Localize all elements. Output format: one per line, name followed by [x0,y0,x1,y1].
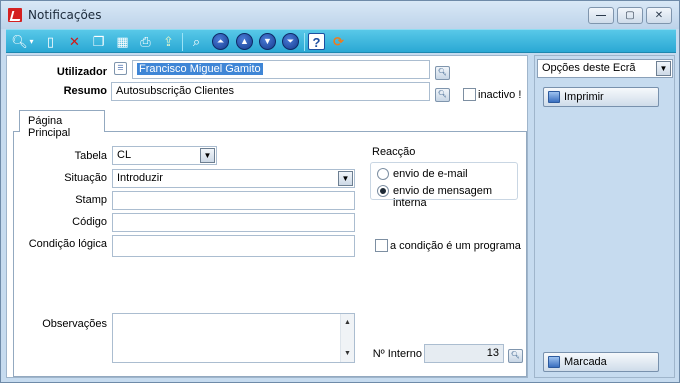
condicao-label: Condição lógica [28,238,107,250]
first-record-icon[interactable]: ⏶ [212,33,229,50]
preview-icon[interactable]: ⌕ [188,33,205,50]
export-icon[interactable]: ⇪ [160,33,177,50]
reaccao-group: envio de e-mail envio de mensagem intern… [370,162,518,209]
radio-internal-message[interactable] [377,185,389,197]
inactivo-label: inactivo ! [478,89,522,101]
resumo-label: Resumo [63,85,107,97]
title-bar: Notificações — ▢ ✕ [1,1,679,29]
resumo-search-button[interactable]: 🔍︎ [435,88,450,102]
grid-icon[interactable]: ▦ [114,33,131,50]
ninterno-label: Nº Interno [372,348,422,360]
main-panel: Utilizador ☰ Francisco Miguel Gamito 🔍︎ … [6,55,528,378]
codigo-field[interactable] [112,213,355,232]
printer-icon [548,91,560,103]
reaccao-label: Reacção [372,146,416,158]
chevron-down-icon[interactable]: ▼ [338,171,353,186]
radio-internal-message-label: envio de mensagem interna [393,185,493,209]
tab-pagina-principal[interactable]: Página Principal [19,110,105,139]
scroll-down-icon[interactable]: ▼ [341,347,354,360]
codigo-label: Código [72,216,107,228]
ninterno-search-button[interactable]: 🔍︎ [508,349,523,363]
utilizador-label: Utilizador [56,66,107,78]
ninterno-field: 13 [424,344,504,363]
programa-checkbox[interactable] [375,239,388,252]
next-record-icon[interactable]: ▼ [259,33,276,50]
tabela-value: CL [117,149,132,161]
app-logo-icon [8,8,22,22]
observacoes-field[interactable]: ▲ ▼ [112,313,355,363]
options-select[interactable]: Opções deste Ecrã ▼ [537,59,673,78]
utilizador-field[interactable]: Francisco Miguel Gamito [132,60,430,79]
observacoes-label: Observações [42,318,107,330]
print-icon[interactable]: ⎙ [137,33,154,50]
search-dropdown-icon[interactable]: ▾ [27,33,36,50]
inactivo-checkbox[interactable] [463,88,476,101]
utilizador-value: Francisco Miguel Gamito [137,63,263,75]
imprimir-button[interactable]: Imprimir [543,87,659,107]
chevron-down-icon[interactable]: ▼ [200,148,215,163]
user-lookup-icon[interactable]: ☰ [114,62,127,75]
toolbar-separator [182,33,183,51]
delete-icon[interactable]: ✕ [66,33,83,50]
refresh-icon[interactable]: ⟳ [330,33,347,50]
last-record-icon[interactable]: ⏷ [282,33,299,50]
radio-email-label: envio de e-mail [393,168,468,180]
notifications-window: Notificações — ▢ ✕ 🔍︎ ▾ ▯ ✕ ❐ ▦ ⎙ ⇪ ⌕ ⏶ … [0,0,680,383]
situacao-label: Situação [64,172,107,184]
stamp-field[interactable] [112,191,355,210]
tab-panel: Tabela CL ▼ Situação Introduzir ▼ Stamp … [13,131,527,377]
imprimir-label: Imprimir [564,91,604,103]
tabela-label: Tabela [74,150,107,162]
toolbar: 🔍︎ ▾ ▯ ✕ ❐ ▦ ⎙ ⇪ ⌕ ⏶ ▲ ▼ ⏷ ? ⟳ [6,29,676,53]
scroll-up-icon[interactable]: ▲ [341,316,354,329]
condicao-field[interactable] [112,235,355,257]
help-icon[interactable]: ? [308,33,325,50]
tabela-select[interactable]: CL ▼ [112,146,217,165]
marcada-label: Marcada [564,356,607,368]
situacao-value: Introduzir [117,172,163,184]
mark-icon [548,356,560,368]
resumo-field[interactable]: Autosubscrição Clientes [111,82,430,101]
utilizador-search-button[interactable]: 🔍︎ [435,66,450,80]
stamp-label: Stamp [75,194,107,206]
marcada-button[interactable]: Marcada [543,352,659,372]
options-label: Opções deste Ecrã [542,62,636,74]
window-title: Notificações [28,8,102,22]
side-panel: Opções deste Ecrã ▼ Imprimir Marcada [534,55,675,378]
situacao-select[interactable]: Introduzir ▼ [112,169,355,188]
programa-label: a condição é um programa [390,240,521,252]
radio-email[interactable] [377,168,389,180]
minimize-button[interactable]: — [588,7,614,24]
previous-record-icon[interactable]: ▲ [236,33,253,50]
maximize-button[interactable]: ▢ [617,7,643,24]
chevron-down-icon[interactable]: ▼ [656,61,671,76]
observacoes-scrollbar[interactable]: ▲ ▼ [340,314,354,362]
new-document-icon[interactable]: ▯ [42,33,59,50]
toolbar-separator [304,33,305,51]
search-icon[interactable]: 🔍︎ [11,33,28,50]
close-button[interactable]: ✕ [646,7,672,24]
copy-icon[interactable]: ❐ [90,33,107,50]
